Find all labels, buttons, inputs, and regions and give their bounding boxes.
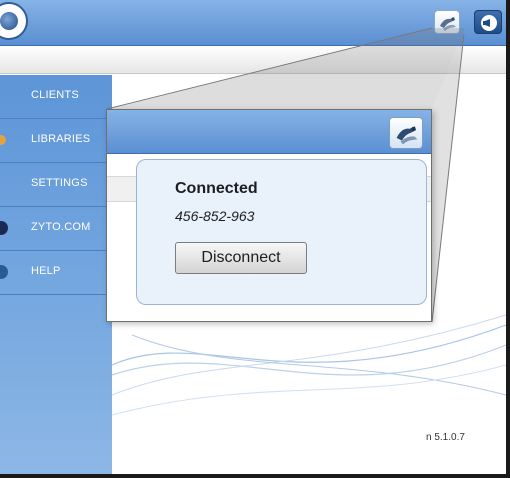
frame-border-right [506, 0, 510, 478]
app-window: CLIENTS LIBRARIES SETTINGS ZYTO.COM HELP… [0, 0, 510, 478]
remote-support-button-zoomed[interactable] [389, 117, 423, 149]
session-id: 456-852-963 [175, 208, 255, 224]
connection-status: Connected [175, 180, 258, 197]
remote-support-icon [396, 126, 418, 145]
frame-border-bottom [0, 474, 510, 478]
disconnect-button[interactable]: Disconnect [175, 242, 307, 274]
zoom-toolbar [107, 110, 431, 154]
connection-popup: Connected 456-852-963 Disconnect [136, 159, 427, 305]
